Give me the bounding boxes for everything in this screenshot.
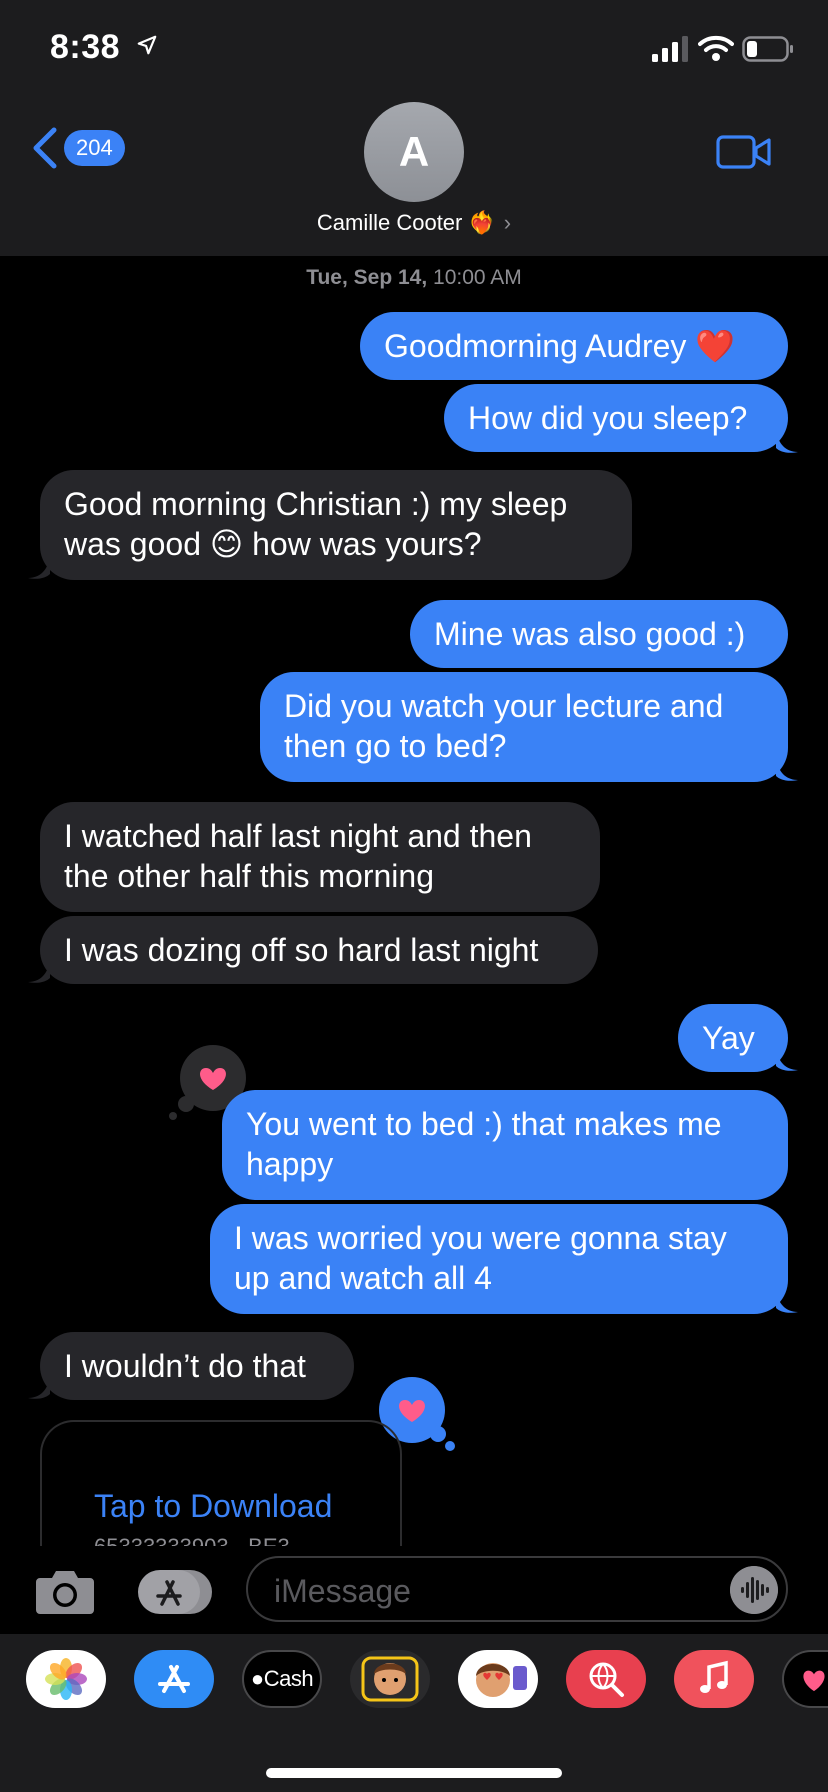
message-text: I was dozing off so hard last night bbox=[64, 932, 539, 968]
digital-touch-app-icon[interactable] bbox=[782, 1650, 828, 1708]
message-input[interactable] bbox=[272, 1570, 716, 1612]
chevron-right-icon: › bbox=[503, 210, 512, 235]
video-call-icon[interactable] bbox=[716, 134, 772, 170]
app-store-button-icon[interactable] bbox=[136, 1568, 214, 1616]
bubble-tail bbox=[28, 556, 50, 579]
imessage-field[interactable] bbox=[246, 1556, 788, 1622]
apple-cash-app-icon[interactable]: ●Cash bbox=[242, 1650, 322, 1708]
timestamp-time: 10:00 AM bbox=[433, 266, 522, 289]
bubble-tail bbox=[776, 758, 798, 781]
message-bubble-outgoing[interactable]: You went to bed :) that makes me happy bbox=[222, 1090, 788, 1200]
camera-icon[interactable] bbox=[34, 1566, 96, 1616]
apple-cash-label: ●Cash bbox=[250, 1666, 314, 1692]
message-text: Yay bbox=[702, 1020, 755, 1056]
app-store-app-icon[interactable] bbox=[134, 1650, 214, 1708]
message-bubble-incoming[interactable]: I watched half last night and then the o… bbox=[40, 802, 600, 912]
compose-bar bbox=[0, 1546, 828, 1634]
message-text: then go to bed? bbox=[284, 728, 507, 764]
bubble-tail bbox=[776, 1048, 798, 1071]
message-text: happy bbox=[246, 1146, 334, 1182]
message-bubble-outgoing[interactable]: Mine was also good :) bbox=[410, 600, 788, 668]
heart-touch-icon bbox=[803, 1670, 825, 1692]
contact-name-button[interactable]: Camille Cooter ❤️‍🔥 › bbox=[0, 210, 828, 236]
message-bubble-outgoing[interactable]: Yay bbox=[678, 1004, 788, 1072]
contact-emoji: ❤️‍🔥 bbox=[468, 210, 496, 235]
home-indicator[interactable] bbox=[266, 1768, 562, 1778]
location-arrow-icon bbox=[137, 35, 157, 55]
tap-to-download-link[interactable]: Tap to Download bbox=[94, 1488, 332, 1525]
cellular-signal-icon bbox=[652, 36, 688, 62]
app-store-icon bbox=[158, 1665, 190, 1693]
music-note-icon bbox=[700, 1660, 728, 1693]
message-text: Did you watch your lecture and bbox=[284, 688, 724, 724]
photos-app-icon[interactable] bbox=[26, 1650, 106, 1708]
message-text: I watched half last night and then bbox=[64, 818, 532, 854]
timestamp-day: Tue, Sep 14, bbox=[306, 266, 428, 289]
apple-logo-icon: ● bbox=[250, 1666, 264, 1691]
app-drawer: ●Cash bbox=[0, 1634, 828, 1792]
message-text: I wouldn’t do that bbox=[64, 1348, 306, 1384]
message-text: the other half this morning bbox=[64, 858, 434, 894]
message-bubble-outgoing[interactable]: Did you watch your lecture and then go t… bbox=[260, 672, 788, 782]
contact-avatar[interactable]: A bbox=[364, 102, 464, 202]
unread-count-badge: 204 bbox=[64, 130, 125, 166]
contact-name: Camille Cooter bbox=[316, 210, 463, 235]
bubble-tail bbox=[28, 960, 50, 983]
memoji-camera-app-icon[interactable] bbox=[350, 1650, 430, 1708]
clock: 8:38 bbox=[50, 28, 121, 66]
bubble-tail bbox=[776, 1290, 798, 1313]
memoji-stickers-app-icon[interactable] bbox=[458, 1650, 538, 1708]
wifi-icon bbox=[698, 35, 734, 61]
chevron-left-icon bbox=[33, 127, 57, 169]
attachment-card[interactable]: Tap to Download 65333333903 · BE3 bbox=[40, 1420, 402, 1552]
message-timestamp: Tue, Sep 14, 10:00 AM bbox=[0, 266, 828, 290]
message-text: You went to bed :) that makes me bbox=[246, 1106, 722, 1142]
message-text: was good 😊 how was yours? bbox=[64, 526, 482, 562]
status-time: 8:38 bbox=[50, 28, 158, 67]
message-bubble-outgoing[interactable]: How did you sleep? bbox=[444, 384, 788, 452]
message-bubble-outgoing[interactable]: Goodmorning Audrey ❤️ bbox=[360, 312, 788, 380]
message-bubble-incoming[interactable]: Good morning Christian :) my sleep was g… bbox=[40, 470, 632, 580]
images-search-app-icon[interactable] bbox=[566, 1650, 646, 1708]
photos-icon bbox=[45, 1658, 87, 1700]
conversation-header: 8:38 204 A Camille Cooter ❤️‍🔥 › bbox=[0, 0, 828, 256]
message-text: Mine was also good :) bbox=[434, 616, 746, 652]
message-text: How did you sleep? bbox=[468, 400, 748, 436]
back-button[interactable]: 204 bbox=[30, 126, 125, 170]
message-text: Good morning Christian :) my sleep bbox=[64, 486, 568, 522]
bubble-tail bbox=[28, 1376, 50, 1399]
bubble-tail bbox=[776, 430, 798, 453]
message-text: I was worried you were gonna stay bbox=[234, 1220, 727, 1256]
message-text: up and watch all 4 bbox=[234, 1260, 492, 1296]
message-text: Goodmorning Audrey ❤️ bbox=[384, 328, 736, 364]
battery-icon bbox=[742, 36, 793, 62]
music-app-icon[interactable] bbox=[674, 1650, 754, 1708]
message-bubble-incoming[interactable]: I was dozing off so hard last night bbox=[40, 916, 598, 984]
message-bubble-incoming[interactable]: I wouldn’t do that bbox=[40, 1332, 354, 1400]
memoji-stickers-icon bbox=[476, 1663, 527, 1697]
globe-search-icon bbox=[589, 1662, 624, 1697]
audio-message-icon[interactable] bbox=[730, 1566, 778, 1614]
message-bubble-outgoing[interactable]: I was worried you were gonna stay up and… bbox=[210, 1204, 788, 1314]
cash-label: Cash bbox=[263, 1666, 314, 1691]
memoji-camera-icon bbox=[361, 1656, 419, 1702]
